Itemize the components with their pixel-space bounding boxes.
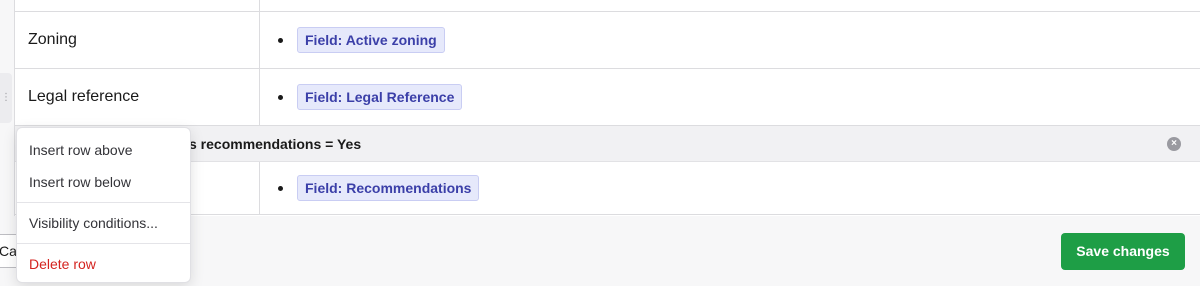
menu-divider xyxy=(17,202,190,203)
visibility-condition-bar: s recommendations = Yes × xyxy=(15,126,1200,162)
table-row[interactable]: Zoning Field: Active zoning xyxy=(15,12,1200,69)
bullet-icon xyxy=(278,37,283,43)
row-value-cell xyxy=(260,0,1200,11)
menu-divider xyxy=(17,243,190,244)
row-value-cell: Field: Recommendations xyxy=(260,162,1200,214)
row-value-cell: Field: Active zoning xyxy=(260,12,1200,68)
close-icon[interactable]: × xyxy=(1167,137,1181,151)
table-row[interactable]: Field: Recommendations xyxy=(15,162,1200,215)
row-context-menu: Insert row above Insert row below Visibi… xyxy=(16,127,191,283)
save-button[interactable]: Save changes xyxy=(1061,233,1185,270)
menu-item-visibility-conditions[interactable]: Visibility conditions... xyxy=(17,207,190,239)
row-label: Zoning xyxy=(15,12,260,68)
row-label: Legal reference xyxy=(15,69,260,125)
bullet-icon xyxy=(278,94,283,100)
condition-text: s recommendations = Yes xyxy=(189,135,362,152)
row-value-cell: Field: Legal Reference xyxy=(260,69,1200,125)
field-chip[interactable]: Field: Active zoning xyxy=(297,27,445,53)
field-chip[interactable]: Field: Recommendations xyxy=(297,175,480,201)
drag-handle-icon[interactable]: ⋮ xyxy=(0,73,12,123)
field-chip[interactable]: Field: Legal Reference xyxy=(297,84,463,110)
table-row[interactable]: Legal reference Field: Legal Reference xyxy=(15,69,1200,126)
menu-item-insert-above[interactable]: Insert row above xyxy=(17,134,190,166)
table: Zoning Field: Active zoning Legal refere… xyxy=(14,0,1200,216)
row-label-cell xyxy=(15,0,260,11)
menu-item-delete-row[interactable]: Delete row xyxy=(17,248,190,280)
table-row xyxy=(15,0,1200,12)
bullet-icon xyxy=(278,185,283,191)
menu-item-insert-below[interactable]: Insert row below xyxy=(17,166,190,198)
